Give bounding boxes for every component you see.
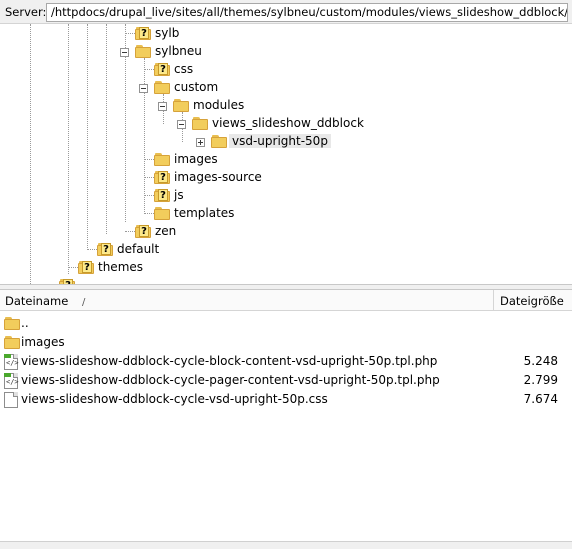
tree-guide-line bbox=[144, 177, 154, 178]
file-name: views-slideshow-ddblock-cycle-pager-cont… bbox=[21, 373, 440, 387]
tree-guide-line bbox=[125, 231, 135, 232]
tree-guide-line bbox=[68, 24, 69, 274]
folder-icon bbox=[4, 316, 20, 330]
tree-guide-line bbox=[144, 159, 154, 160]
file-list-header: Dateiname / Dateigröße bbox=[0, 290, 572, 311]
unknown-folder-icon: ? bbox=[154, 188, 170, 202]
tree-folder-label: js bbox=[174, 188, 184, 202]
tree-folder-js[interactable]: ? js bbox=[154, 186, 184, 204]
tree-guide-line bbox=[87, 249, 97, 250]
tree-folder-label: views_slideshow_ddblock bbox=[212, 116, 364, 130]
php-file-icon: </> bbox=[4, 373, 19, 389]
tree-folder-images[interactable]: images bbox=[154, 150, 218, 168]
file-name: images bbox=[21, 335, 65, 349]
remote-directory-tree[interactable]: ? sylb sylbneu ? css custom modules view… bbox=[0, 24, 572, 284]
collapse-toggle-icon[interactable] bbox=[139, 84, 148, 93]
tree-folder-templates[interactable]: templates bbox=[154, 204, 234, 222]
status-strip bbox=[0, 541, 572, 549]
tree-folder-label: vsd-upright-50p bbox=[229, 134, 331, 148]
tree-folder-views-slideshow-ddblock[interactable]: views_slideshow_ddblock bbox=[192, 114, 364, 132]
tree-folder-label: modules bbox=[193, 98, 245, 112]
tree-folder-label: default bbox=[117, 242, 160, 256]
folder-icon bbox=[154, 206, 170, 220]
tree-folder-images-source[interactable]: ? images-source bbox=[154, 168, 262, 186]
unknown-folder-icon: ? bbox=[97, 242, 113, 256]
file-row[interactable]: </> views-slideshow-ddblock-cycle-block-… bbox=[0, 352, 572, 371]
tree-folder-label: templates bbox=[174, 206, 235, 220]
css-file-icon bbox=[4, 392, 18, 408]
file-row-images[interactable]: images bbox=[0, 333, 572, 352]
tree-guide-line bbox=[144, 69, 154, 70]
tree-folder-label: sylbneu bbox=[155, 44, 202, 58]
tree-folder-label: zen bbox=[155, 224, 177, 238]
tree-folder-themes[interactable]: ? themes bbox=[78, 258, 143, 276]
file-size: 5.248 bbox=[523, 354, 558, 368]
server-path-bar: Server: /httpdocs/drupal_live/sites/all/… bbox=[0, 0, 572, 24]
column-header-name[interactable]: Dateiname / bbox=[0, 290, 494, 311]
tree-guide-line bbox=[87, 24, 88, 250]
file-name: views-slideshow-ddblock-cycle-vsd-uprigh… bbox=[21, 392, 328, 406]
tree-folder-custom[interactable]: custom bbox=[154, 78, 218, 96]
folder-icon bbox=[4, 335, 20, 349]
tree-guide-line bbox=[30, 24, 31, 284]
tree-guide-line bbox=[125, 33, 135, 34]
tree-folder-modules[interactable]: modules bbox=[173, 96, 244, 114]
unknown-folder-icon: ? bbox=[135, 26, 151, 40]
tree-guide-line bbox=[144, 195, 154, 196]
expand-toggle-icon[interactable] bbox=[196, 138, 205, 147]
folder-icon bbox=[192, 116, 208, 130]
collapse-toggle-icon[interactable] bbox=[158, 102, 167, 111]
unknown-folder-icon: ? bbox=[135, 224, 151, 238]
unknown-folder-icon: ? bbox=[154, 62, 170, 76]
file-row[interactable]: </> views-slideshow-ddblock-cycle-pager-… bbox=[0, 371, 572, 390]
tree-folder-label: css bbox=[174, 62, 194, 76]
folder-icon bbox=[211, 134, 227, 148]
column-header-name-label: Dateiname bbox=[5, 294, 69, 308]
collapse-toggle-icon[interactable] bbox=[120, 48, 129, 57]
unknown-folder-icon: ? bbox=[154, 170, 170, 184]
tree-folder-label: custom bbox=[174, 80, 219, 94]
sort-indicator-icon: / bbox=[81, 297, 86, 308]
tree-folder-default[interactable]: ? default bbox=[97, 240, 159, 258]
file-name: .. bbox=[21, 316, 29, 330]
folder-icon bbox=[173, 98, 189, 112]
remote-file-list[interactable]: Dateiname / Dateigröße .. images </> vie… bbox=[0, 290, 572, 549]
tree-folder-zen[interactable]: ? zen bbox=[135, 222, 176, 240]
tree-folder-vsd-upright-50p[interactable]: vsd-upright-50p bbox=[211, 132, 331, 150]
tree-guide-line bbox=[68, 267, 78, 268]
tree-guide-line bbox=[144, 58, 145, 214]
tree-folder-sylbneu[interactable]: sylbneu bbox=[135, 42, 202, 60]
unknown-folder-icon: ? bbox=[78, 260, 94, 274]
server-label: Server: bbox=[5, 5, 47, 19]
tree-folder-partial[interactable]: ? bbox=[59, 276, 75, 284]
tree-folder-label: images-source bbox=[174, 170, 262, 184]
tree-guide-line bbox=[144, 213, 154, 214]
column-header-size[interactable]: Dateigröße bbox=[494, 290, 572, 311]
folder-icon bbox=[154, 80, 170, 94]
tree-folder-label: themes bbox=[98, 260, 144, 274]
file-row-parent[interactable]: .. bbox=[0, 314, 572, 333]
file-size: 2.799 bbox=[523, 373, 558, 387]
tree-guide-line bbox=[106, 24, 107, 234]
file-size: 7.674 bbox=[523, 392, 558, 406]
folder-icon bbox=[154, 152, 170, 166]
file-name: views-slideshow-ddblock-cycle-block-cont… bbox=[21, 354, 438, 368]
php-file-icon: </> bbox=[4, 354, 19, 370]
remote-path-input[interactable]: /httpdocs/drupal_live/sites/all/themes/s… bbox=[46, 3, 568, 22]
tree-folder-label: sylb bbox=[155, 26, 180, 40]
tree-folder-sylb[interactable]: ? sylb bbox=[135, 24, 179, 42]
tree-folder-css[interactable]: ? css bbox=[154, 60, 193, 78]
file-row[interactable]: views-slideshow-ddblock-cycle-vsd-uprigh… bbox=[0, 390, 572, 409]
collapse-toggle-icon[interactable] bbox=[177, 120, 186, 129]
folder-icon bbox=[135, 44, 151, 58]
tree-folder-label: images bbox=[174, 152, 218, 166]
